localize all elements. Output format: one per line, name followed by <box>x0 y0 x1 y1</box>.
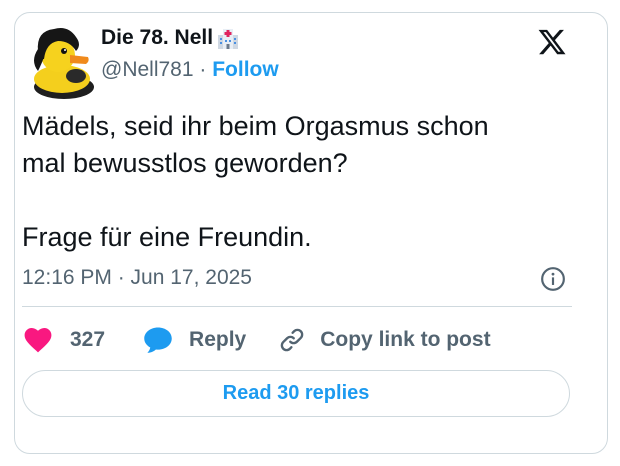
tweet-timestamp[interactable]: 12:16 PM · Jun 17, 2025 <box>22 266 252 290</box>
heart-icon <box>24 327 52 353</box>
divider <box>22 306 572 307</box>
author-handle-row: @Nell781 · Follow <box>101 58 279 82</box>
author-handle[interactable]: @Nell781 <box>101 58 194 81</box>
reply-button[interactable]: Reply <box>143 326 246 354</box>
tweet-line: Mädels, seid ihr beim Orgasmus schon <box>22 111 489 141</box>
link-icon <box>280 328 304 352</box>
info-icon[interactable] <box>540 266 566 292</box>
like-button[interactable]: 327 <box>24 327 105 353</box>
read-replies-button[interactable]: Read 30 replies <box>22 370 570 417</box>
reply-label: Reply <box>189 328 247 351</box>
author-display-name[interactable]: Die 78. Nell <box>101 26 213 50</box>
copy-link-button[interactable]: Copy link to post <box>278 326 491 354</box>
speech-bubble-icon <box>144 327 172 353</box>
hospital-emoji-icon <box>218 29 239 49</box>
action-bar: 327 Reply Copy link to post <box>24 324 491 356</box>
separator-dot: · <box>199 58 207 81</box>
tweet-text: Mädels, seid ihr beim Orgasmus schon mal… <box>22 108 582 256</box>
like-count: 327 <box>70 328 106 351</box>
avatar[interactable] <box>24 21 104 101</box>
follow-link[interactable]: Follow <box>212 58 279 81</box>
x-logo-icon[interactable] <box>536 27 568 57</box>
read-replies-label: Read 30 replies <box>222 382 370 404</box>
tweet-line: Frage für eine Freundin. <box>22 222 312 252</box>
copy-link-label: Copy link to post <box>320 328 491 351</box>
author-name-row[interactable]: Die 78. Nell <box>101 26 240 50</box>
tweet-line: mal bewusstlos geworden? <box>22 148 348 178</box>
